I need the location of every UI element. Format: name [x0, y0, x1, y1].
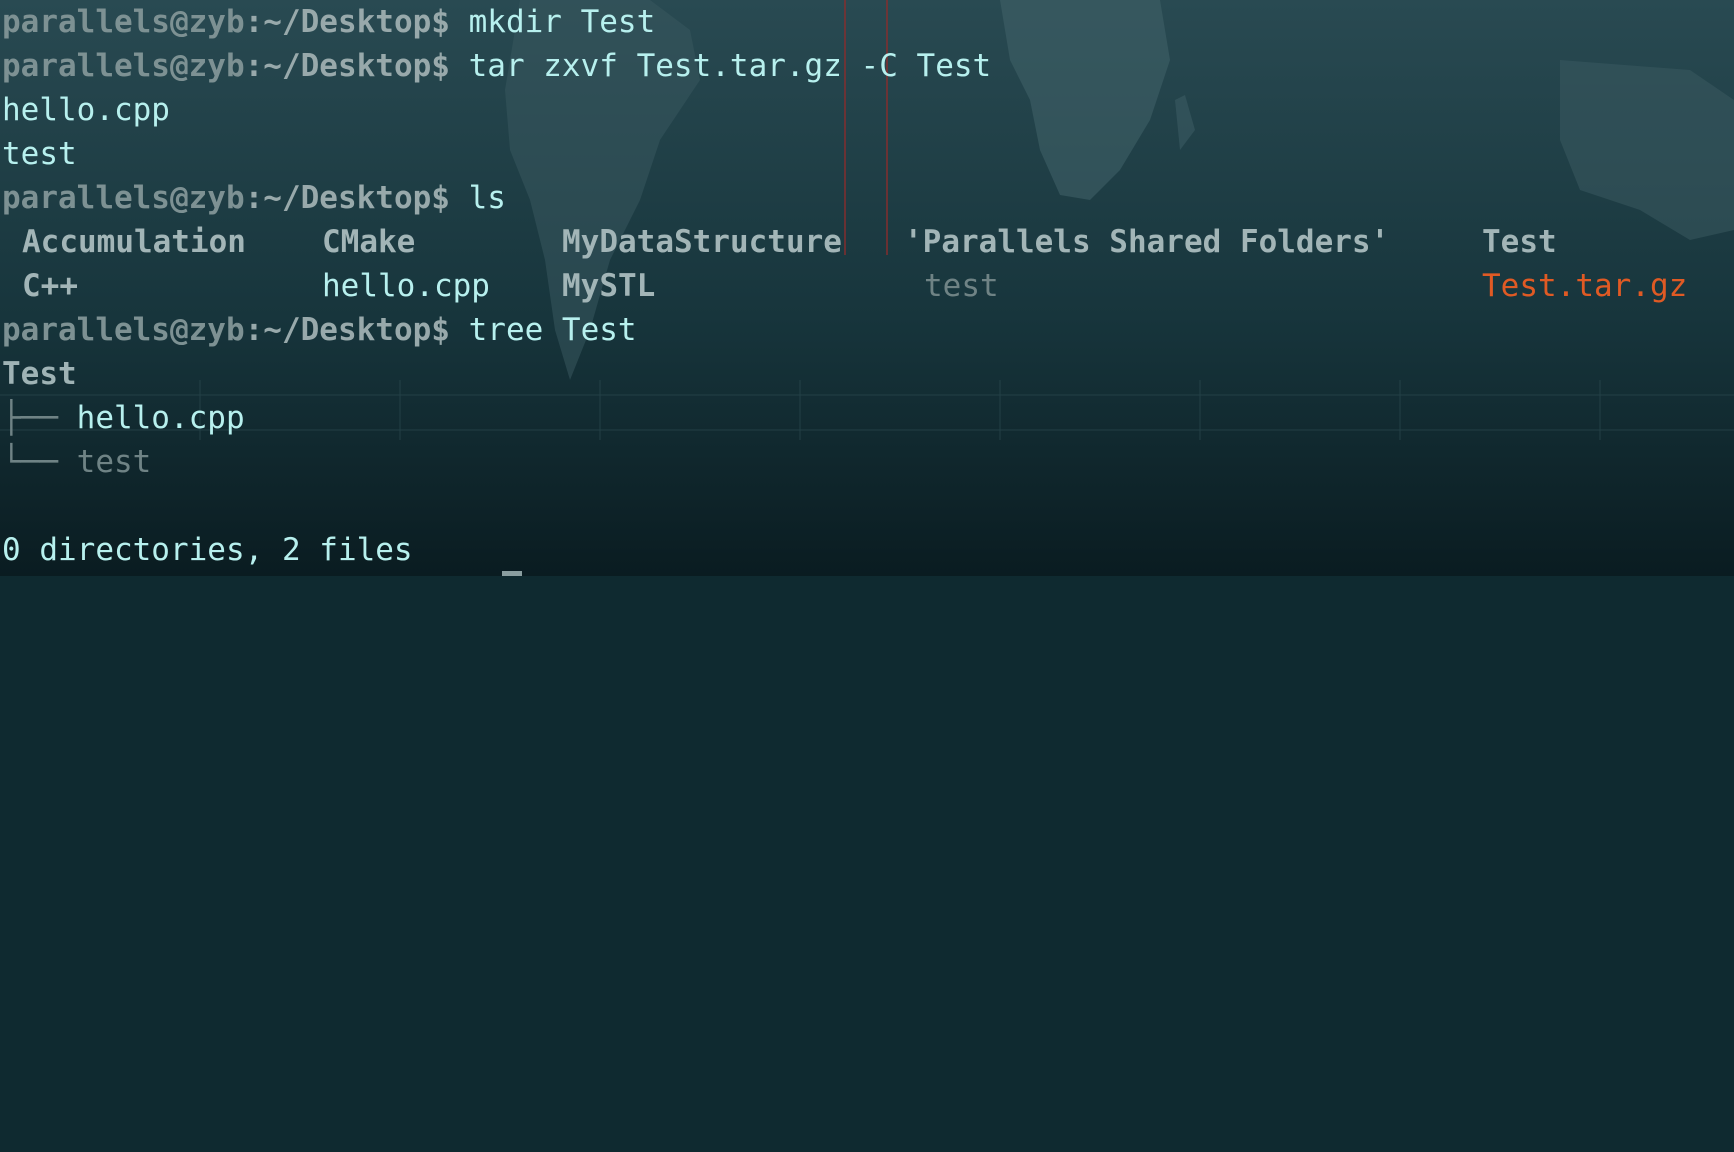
prompt-path: :~/Desktop$: [244, 48, 450, 84]
ls-entry-accumulation: Accumulation: [22, 224, 246, 260]
terminal-line-mkdir: parallels@zyb:~/Desktop$ mkdir Test: [2, 0, 655, 44]
tree-item-label: test: [76, 444, 152, 480]
prompt-user: parallels@zyb: [2, 4, 245, 40]
prompt-path: :~/Desktop$: [244, 312, 450, 348]
tar-output-line: hello.cpp: [2, 92, 170, 128]
prompt-path: :~/Desktop$: [244, 180, 450, 216]
command-text: tar zxvf Test.tar.gz -C Test: [449, 48, 992, 84]
ls-entry-cpp: C++: [22, 268, 78, 304]
tree-item-label: hello.cpp: [76, 400, 245, 436]
ls-entry-mystl: MySTL: [562, 268, 656, 304]
prompt-user: parallels@zyb: [2, 48, 245, 84]
tree-summary: 0 directories, 2 files: [2, 532, 413, 568]
command-text: mkdir Test: [449, 4, 656, 40]
tar-output-line: test: [2, 136, 77, 172]
tree-item-hello-cpp: ├── hello.cpp: [2, 396, 245, 440]
ls-entry-hello-cpp: hello.cpp: [322, 268, 490, 304]
ls-entry-mydatastructure: MyDataStructure: [562, 224, 842, 260]
prompt-user: parallels@zyb: [2, 180, 245, 216]
tree-branch-mid: ├──: [2, 400, 77, 436]
ls-entry-test-dir: Test: [1482, 224, 1557, 260]
prompt-user: parallels@zyb: [2, 312, 245, 348]
terminal-cursor: [502, 571, 522, 576]
terminal-line-tar: parallels@zyb:~/Desktop$ tar zxvf Test.t…: [2, 44, 991, 88]
ls-entry-test-tar-gz: Test.tar.gz: [1482, 268, 1688, 304]
ls-entry-test-file: test: [924, 268, 999, 304]
terminal-line-ls: parallels@zyb:~/Desktop$ ls: [2, 176, 506, 220]
tree-branch-last: └──: [2, 444, 77, 480]
ls-entry-parallels-shared-folders: 'Parallels Shared Folders': [904, 224, 1390, 260]
command-text: tree Test: [449, 312, 637, 348]
terminal-line-tree: parallels@zyb:~/Desktop$ tree Test: [2, 308, 637, 352]
terminal-window[interactable]: parallels@zyb:~/Desktop$ mkdir Test para…: [0, 0, 1734, 576]
command-text: ls: [449, 180, 506, 216]
prompt-path: :~/Desktop$: [244, 4, 450, 40]
tree-item-test: └── test: [2, 440, 151, 484]
ls-entry-cmake: CMake: [322, 224, 416, 260]
tree-root: Test: [2, 356, 77, 392]
